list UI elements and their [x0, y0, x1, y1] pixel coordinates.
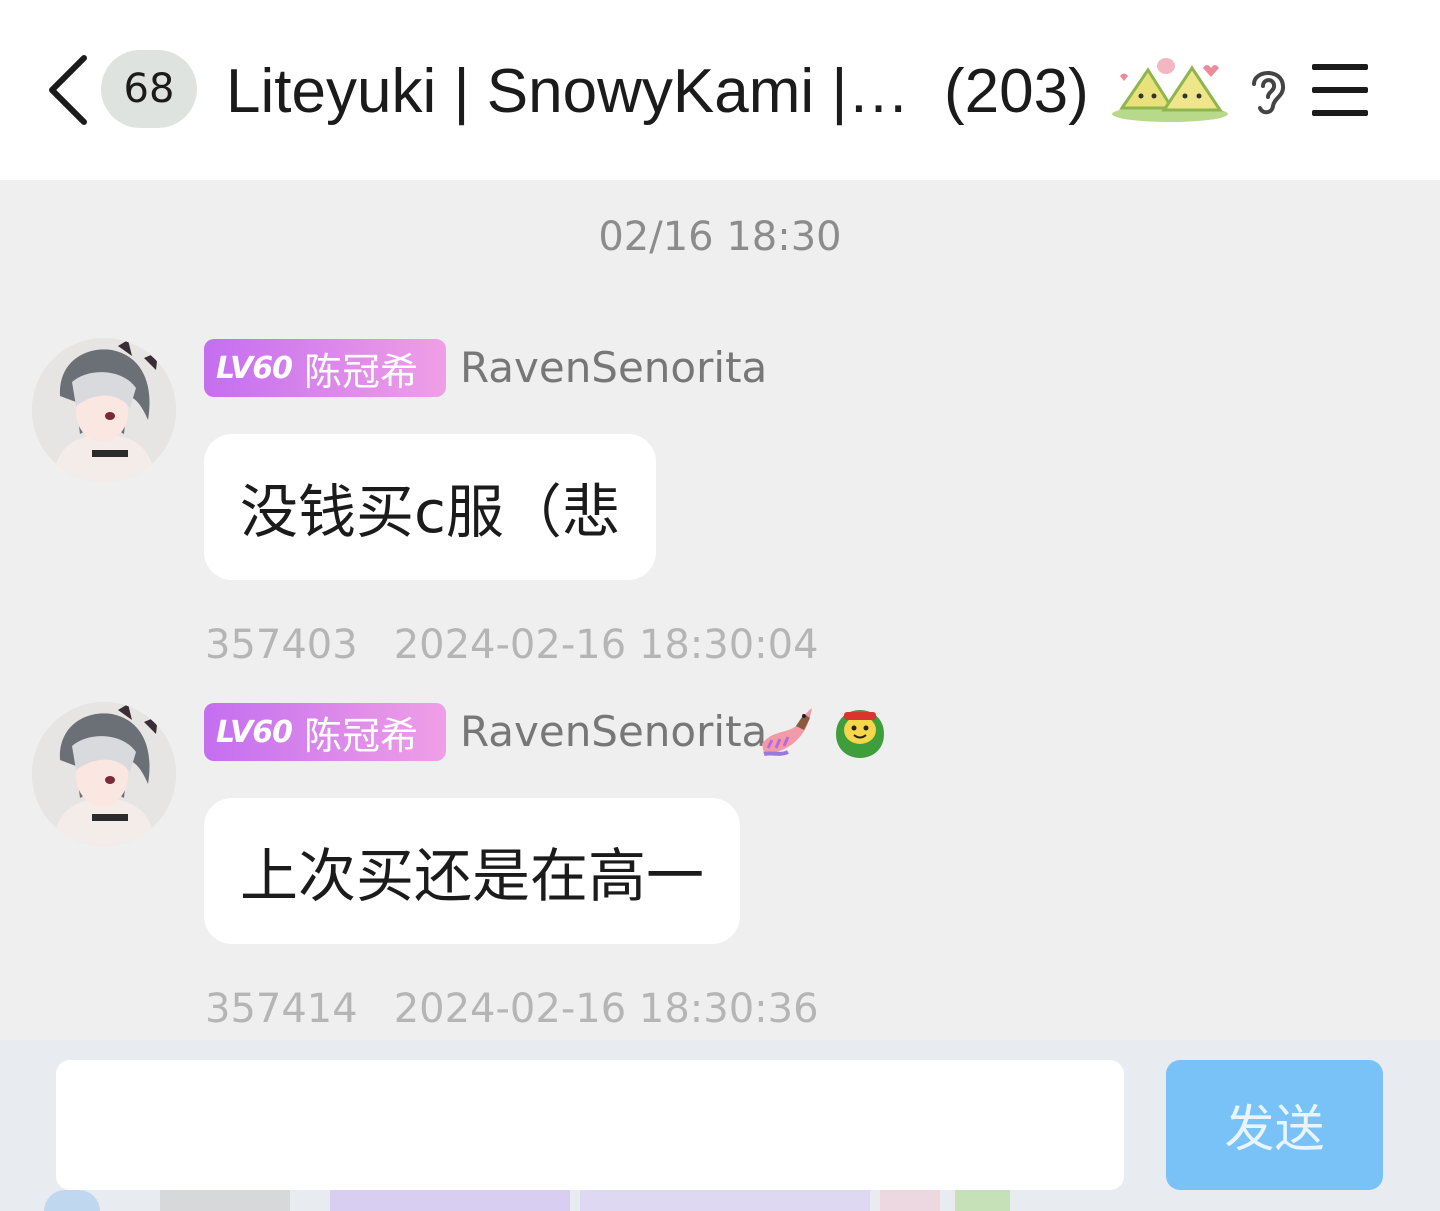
emoji-panel-strip[interactable] — [0, 1190, 1440, 1211]
menu-button[interactable] — [1308, 62, 1372, 118]
emoji-thumb[interactable] — [880, 1190, 940, 1211]
zongzi-face-icon — [836, 710, 884, 758]
ear-mode-button[interactable] — [1246, 64, 1290, 118]
chevron-left-icon — [49, 55, 87, 125]
sender-name[interactable]: RavenSenorita — [460, 339, 767, 397]
group-title[interactable]: Liteyuki | SnowyKami |… — [226, 52, 926, 132]
zongzi-decoration-icon — [1112, 58, 1228, 122]
message-timestamp: 2024-02-16 18:30:36 — [393, 986, 819, 1032]
dragon-icon — [762, 708, 812, 756]
menu-icon-bar — [1312, 110, 1368, 116]
avatar[interactable] — [32, 338, 176, 482]
avatar-image — [32, 338, 176, 482]
title-label: 陈冠希 — [303, 349, 418, 394]
emoji-thumb[interactable] — [160, 1190, 290, 1211]
message-id: 357414 — [205, 986, 358, 1032]
emoji-thumb[interactable] — [580, 1190, 870, 1211]
menu-icon — [1312, 64, 1368, 70]
avatar-image — [32, 702, 176, 846]
message-timestamp: 2024-02-16 18:30:04 — [393, 622, 819, 668]
level-label: LV60 — [216, 714, 293, 750]
sender-name[interactable]: RavenSenorita — [460, 703, 767, 761]
emoji-thumb[interactable] — [955, 1190, 1010, 1211]
send-button[interactable]: 发送 — [1166, 1060, 1383, 1190]
message-bubble[interactable]: 没钱买c服（悲 — [204, 434, 656, 580]
member-title-badge: LV60 陈冠希 — [204, 703, 446, 761]
title-label: 陈冠希 — [303, 713, 418, 758]
unread-count-badge[interactable]: 68 — [101, 50, 197, 128]
message-input[interactable] — [56, 1060, 1124, 1190]
emoji-thumb[interactable] — [330, 1190, 570, 1211]
message-meta: 357403 2024-02-16 18:30:04 — [205, 622, 819, 668]
message-meta: 357414 2024-02-16 18:30:36 — [205, 986, 819, 1032]
level-label: LV60 — [216, 350, 293, 386]
menu-icon-bar — [1312, 87, 1368, 93]
chat-header: 68 Liteyuki | SnowyKami |… (203) — [0, 0, 1440, 180]
date-divider: 02/16 18:30 — [598, 214, 842, 260]
composer-bar: 发送 — [0, 1040, 1440, 1211]
member-count[interactable]: (203) — [944, 52, 1089, 132]
message-bubble[interactable]: 上次买还是在高一 — [204, 798, 741, 944]
message-id: 357403 — [205, 622, 358, 668]
emoji-thumb[interactable] — [44, 1190, 100, 1211]
avatar[interactable] — [32, 702, 176, 846]
message-list[interactable]: 02/16 18:30 LV60 陈冠希 RavenSenorita 没钱买c服… — [0, 180, 1440, 1040]
back-button[interactable] — [44, 52, 94, 128]
member-title-badge: LV60 陈冠希 — [204, 339, 446, 397]
ear-icon — [1252, 71, 1286, 115]
